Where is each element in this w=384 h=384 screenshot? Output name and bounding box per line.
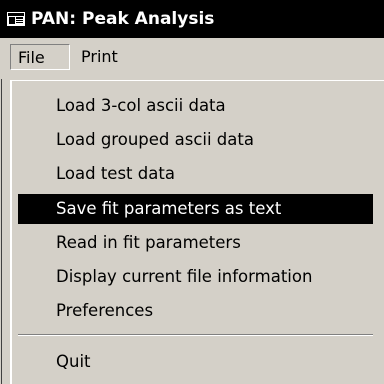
menu-item-read-fit-parameters[interactable]: Read in fit parameters	[18, 228, 373, 258]
menu-item-load-test-data[interactable]: Load test data	[18, 159, 373, 189]
menu-item-save-fit-parameters[interactable]: Save fit parameters as text	[18, 194, 373, 224]
menu-item-quit[interactable]: Quit	[18, 347, 373, 377]
title-bar: PAN: Peak Analysis	[0, 0, 384, 38]
menu-item-preferences[interactable]: Preferences	[18, 296, 373, 326]
menu-file[interactable]: File	[10, 44, 70, 70]
window-title: PAN: Peak Analysis	[31, 9, 215, 29]
menu-separator	[18, 334, 373, 336]
menu-print[interactable]: Print	[74, 44, 125, 70]
menu-item-load-3col-ascii[interactable]: Load 3-col ascii data	[18, 91, 373, 121]
file-menu-dropdown: Load 3-col ascii data Load grouped ascii…	[1, 79, 384, 384]
menu-bar: File Print	[0, 38, 384, 78]
app-window-icon[interactable]	[7, 12, 25, 26]
menu-item-display-file-info[interactable]: Display current file information	[18, 262, 373, 292]
menu-item-load-grouped-ascii[interactable]: Load grouped ascii data	[18, 125, 373, 155]
